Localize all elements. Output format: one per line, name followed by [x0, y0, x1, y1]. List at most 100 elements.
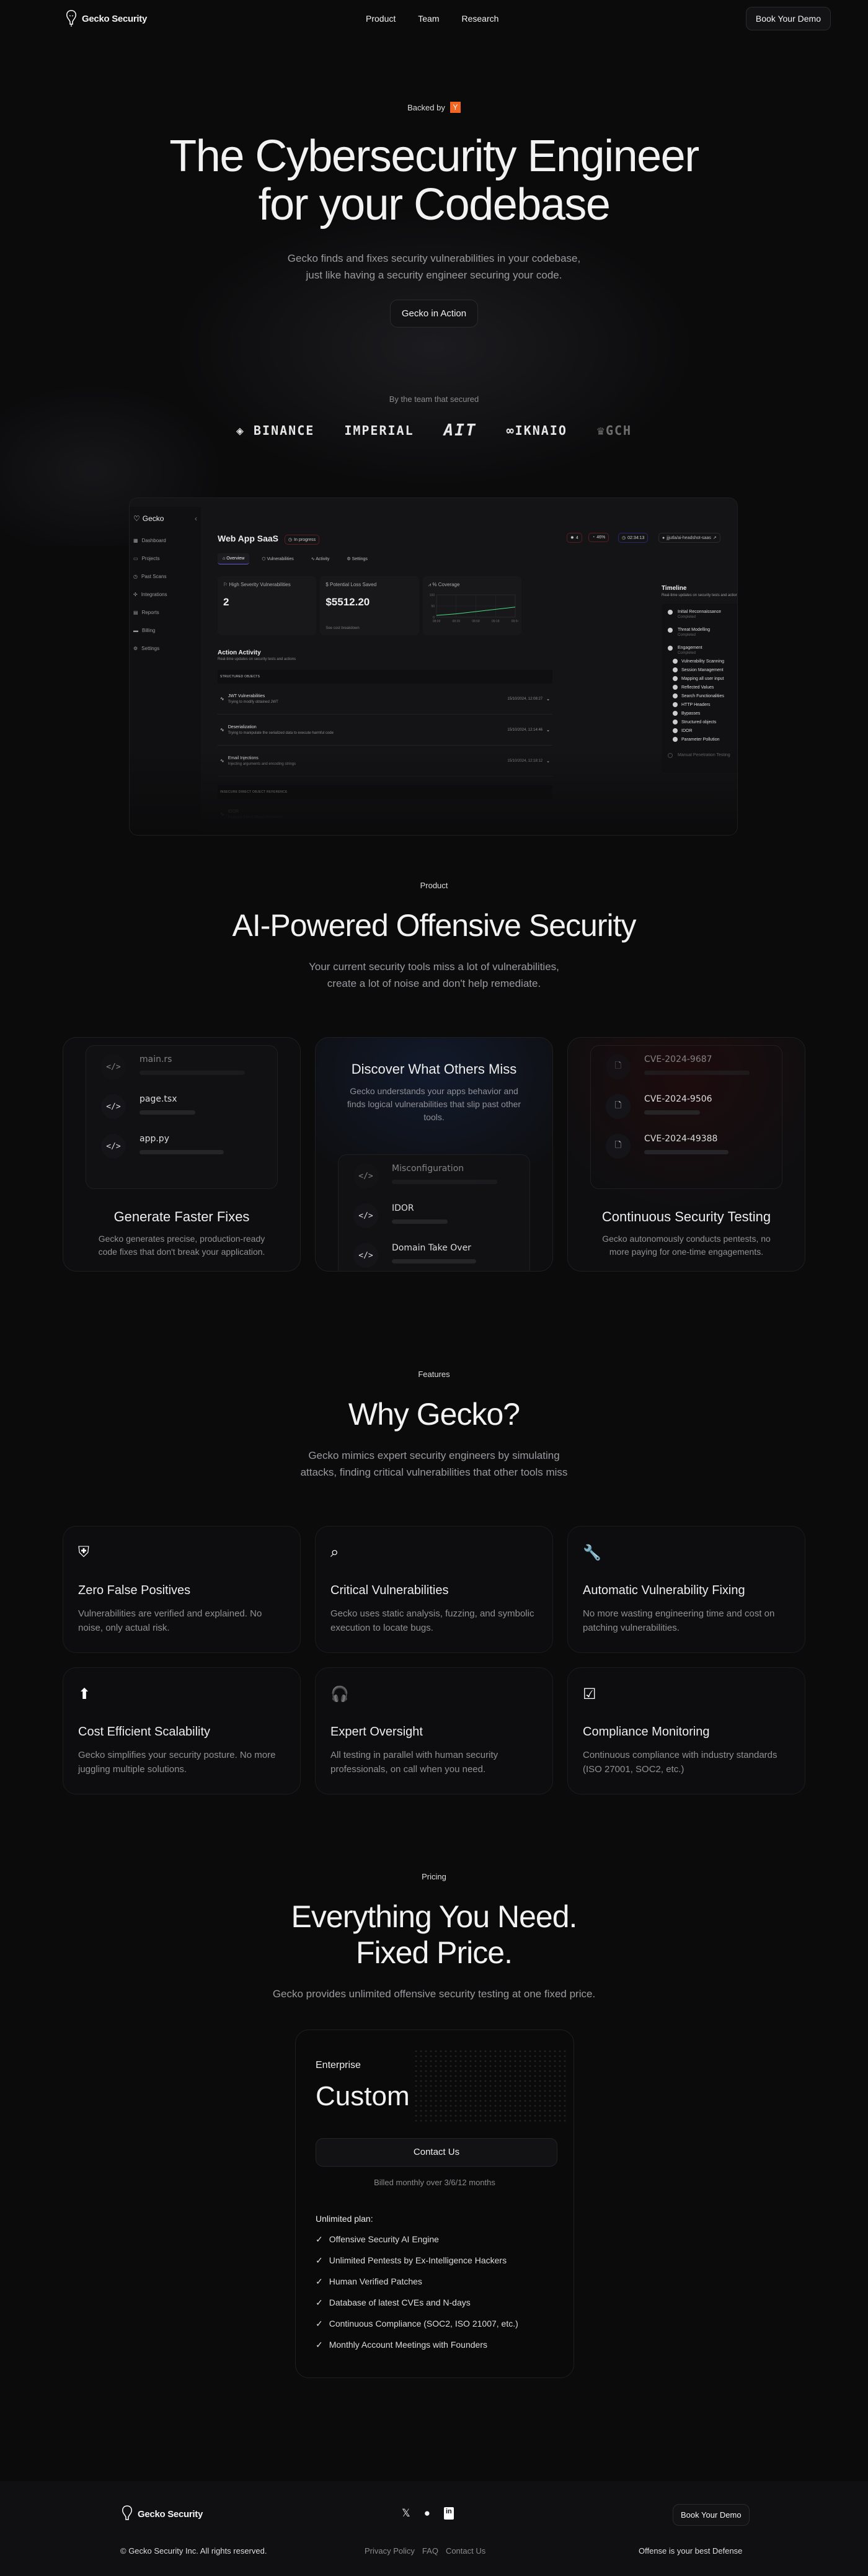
hero-subtitle: Gecko finds and fixes security vulnerabi…: [0, 250, 868, 283]
stage-name: Manual Penetration Testing: [678, 753, 730, 757]
x-tick-label: 08:09: [432, 620, 440, 623]
chevron-down-icon[interactable]: ⌄: [546, 759, 550, 764]
github-icon[interactable]: ●: [424, 2507, 430, 2520]
check-icon: ✓: [316, 2234, 323, 2244]
tab-activity[interactable]: ∿ Activity: [306, 553, 335, 564]
stage-status: Completed: [678, 633, 696, 637]
sidebar-label: Integrations: [141, 592, 167, 597]
footer-book-demo-button[interactable]: Book Your Demo: [673, 2504, 750, 2526]
book-demo-button[interactable]: Book Your Demo: [745, 7, 831, 30]
repo-link[interactable]: ● jjjutla/ai-headshot-saas ↗: [658, 533, 720, 543]
progress-bar: [644, 1150, 728, 1154]
logo-binance: ◈ BINANCE: [236, 422, 315, 438]
stat-card-loss-saved: $ Potential Loss Saved $5512.20 See cost b…: [320, 576, 419, 635]
stat-value: $5512.20: [326, 596, 370, 608]
privacy-policy-link[interactable]: Privacy Policy: [365, 2546, 415, 2556]
file-name: app.py: [140, 1134, 169, 1144]
card-title: Continuous Security Testing: [601, 1209, 771, 1224]
trusted-label: By the team that secured: [389, 394, 479, 404]
stage-status: Completed: [678, 615, 696, 619]
progress-bar: [140, 1110, 195, 1115]
double-check-icon: ☑: [583, 1686, 596, 1703]
pricing-card: Enterprise Custom Contact Us Billed mont…: [295, 2030, 574, 2378]
chevron-down-icon[interactable]: ⌄: [546, 728, 550, 733]
logo-iknaio: ∞IKNAIO: [506, 422, 567, 438]
gear-icon: ⚙: [347, 557, 351, 561]
cve-list: 🗋 CVE-2024-9687 🗋 CVE-2024-9506 🗋 CVE-2024-…: [590, 1045, 782, 1189]
stat-cards: ⚐ High Severity Vulnerabilities 2 $ Poten…: [218, 576, 521, 635]
check-circle-icon: [668, 646, 673, 651]
subtitle-line: Your current security tools miss a lot o…: [309, 961, 559, 973]
sidebar-item-projects[interactable]: ▭ Projects: [133, 550, 197, 568]
footer-logo[interactable]: Gecko Security: [120, 2505, 203, 2523]
activity-title: Action Activity: [218, 649, 261, 656]
client-logos: ◈ BINANCE IMPERIAL AIT ∞IKNAIO ♛GCH: [0, 421, 868, 440]
sidebar-item-past-scans[interactable]: ◷ Past Scans: [133, 568, 197, 586]
product-section: Product AI-Powered Offensive Security Yo…: [0, 881, 868, 992]
sidebar-item-billing[interactable]: ▬ Billing: [133, 622, 197, 640]
activity-row[interactable]: ∿ IDOR Insecure Direct Object Reference: [218, 799, 552, 830]
row-time: 15/10/2024, 12:18:12: [507, 759, 543, 763]
logo-gchq: ♛GCH: [596, 422, 632, 438]
timeline-stage-pending: Manual Penetration Testing: [668, 753, 737, 758]
vuln-name: Domain Take Over: [392, 1243, 471, 1253]
hero-title-line1: The Cybersecurity Engineer: [169, 131, 699, 181]
cost-breakdown-link[interactable]: See cost breakdown: [326, 626, 359, 630]
code-icon: </>: [353, 1164, 378, 1188]
stage-name: Threat Modelling: [678, 628, 711, 632]
card-desc: Gecko generates precise, production-read…: [98, 1234, 265, 1257]
feature-title: Critical Vulnerabilities: [330, 1584, 449, 1597]
section-pill: Features: [418, 1370, 450, 1379]
stat-label: High Severity Vulnerabilities: [229, 582, 291, 587]
check-icon: ✓: [316, 2340, 323, 2350]
tab-vulnerabilities[interactable]: ⬡ Vulnerabilities: [257, 553, 298, 564]
vuln-name: IDOR: [392, 1203, 414, 1213]
subitem-label: Mapping all user input: [681, 676, 724, 681]
stat-card-coverage: ⩘ % Coverage 08:09 08:39 08:58 09:18 09:54 10…: [422, 576, 521, 635]
collapse-icon[interactable]: ‹: [195, 514, 197, 523]
row-time: 15/10/2024, 12:08:27: [507, 697, 543, 701]
x-twitter-icon[interactable]: 𝕏: [402, 2507, 410, 2520]
progress-badge: ◔ 46%: [588, 533, 609, 542]
ycombinator-icon: Y: [450, 102, 461, 113]
linkedin-icon[interactable]: in: [443, 2507, 454, 2520]
nav-link-research[interactable]: Research: [461, 14, 498, 24]
stat-value: 2: [223, 596, 229, 608]
brand-logo[interactable]: Gecko Security: [64, 9, 147, 28]
footer-links: Privacy Policy FAQ Contact Us: [365, 2546, 485, 2556]
section-pill: Product: [420, 881, 448, 890]
puzzle-icon: ✣: [133, 592, 138, 597]
feature-desc: All testing in parallel with human secur…: [330, 1750, 498, 1775]
file-list: </> main.rs </> page.tsx </> app.py: [86, 1045, 278, 1189]
plan-item-text: Database of latest CVEs and N-days: [329, 2297, 471, 2307]
sidebar-item-dashboard[interactable]: ▦ Dashboard: [133, 532, 197, 550]
activity-row[interactable]: ∿ Deserialization Trying to manipulate the…: [218, 715, 552, 746]
app-tabs: ⌂ Overview ⬡ Vulnerabilities ∿ Activity …: [218, 553, 373, 564]
backed-by-badge: Backed by Y: [407, 102, 461, 113]
contact-us-button[interactable]: Contact Us: [316, 2138, 557, 2167]
gecko-in-action-button[interactable]: Gecko in Action: [389, 299, 479, 328]
faq-link[interactable]: FAQ: [422, 2546, 438, 2556]
sidebar-item-settings[interactable]: ⚙ Settings: [133, 640, 197, 657]
plan-item-text: Continuous Compliance (SOC2, ISO 21007, …: [329, 2319, 518, 2329]
engagement-subitem: Vulnerability Scanning: [673, 659, 737, 664]
tab-label: Activity: [316, 557, 330, 561]
contact-us-link[interactable]: Contact Us: [446, 2546, 485, 2556]
brand-name: Gecko Security: [82, 13, 148, 24]
sidebar-item-integrations[interactable]: ✣ Integrations: [133, 586, 197, 604]
code-icon: </>: [101, 1054, 126, 1079]
app-sidebar: ♡ Gecko ‹ ▦ Dashboard ▭ Projects ◷ Past Scans…: [130, 507, 201, 835]
document-icon: ▤: [133, 610, 138, 615]
engagement-subitem: Structured objects: [673, 720, 737, 724]
bug-count-badge: ✹ 4: [567, 533, 582, 543]
tab-overview[interactable]: ⌂ Overview: [218, 553, 250, 564]
tab-settings[interactable]: ⚙ Settings: [342, 553, 373, 564]
sidebar-item-reports[interactable]: ▤ Reports: [133, 604, 197, 622]
nav-link-product[interactable]: Product: [366, 14, 396, 24]
nav-link-team[interactable]: Team: [418, 14, 439, 24]
feature-desc: Gecko uses static analysis, fuzzing, and…: [330, 1608, 534, 1633]
chevron-down-icon[interactable]: ⌄: [546, 697, 550, 702]
activity-row[interactable]: ∿ Email Injections Injecting arguments and…: [218, 746, 552, 777]
progress-bar: [644, 1110, 700, 1115]
activity-row[interactable]: ∿ JWT Vulnerabilities Trying to modify obt…: [218, 684, 552, 715]
